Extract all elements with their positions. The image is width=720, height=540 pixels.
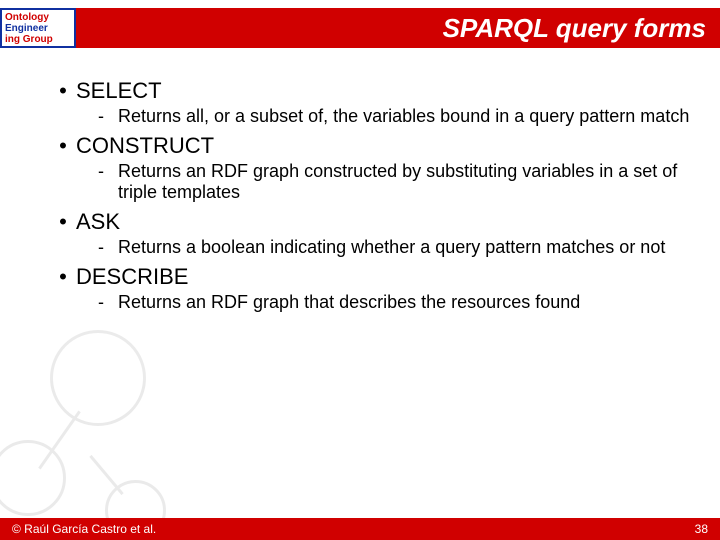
page-number: 38 [695,522,708,536]
item-desc: Returns an RDF graph constructed by subs… [118,161,690,203]
list-item: •SELECT -Returns all, or a subset of, th… [50,78,690,127]
item-desc: Returns all, or a subset of, the variabl… [118,106,690,127]
header: Ontology Engineer ing Group SPARQL query… [0,8,720,48]
item-heading: SELECT [76,78,162,103]
item-heading: CONSTRUCT [76,133,214,158]
slide-title: SPARQL query forms [76,8,720,48]
footer: © Raúl García Castro et al. 38 [0,518,720,540]
content: •SELECT -Returns all, or a subset of, th… [50,78,690,319]
logo-line2: Engineer [5,23,71,34]
background-graph-decoration [0,310,190,540]
list-item: •ASK -Returns a boolean indicating wheth… [50,209,690,258]
item-heading: DESCRIBE [76,264,188,289]
item-desc: Returns a boolean indicating whether a q… [118,237,690,258]
logo-line3: ing Group [5,34,71,45]
list-item: •DESCRIBE -Returns an RDF graph that des… [50,264,690,313]
list-item: •CONSTRUCT -Returns an RDF graph constru… [50,133,690,203]
logo-line1: Ontology [5,12,71,23]
item-desc: Returns an RDF graph that describes the … [118,292,690,313]
item-heading: ASK [76,209,120,234]
copyright: © Raúl García Castro et al. [12,522,156,536]
slide: Ontology Engineer ing Group SPARQL query… [0,0,720,540]
logo-ontology-engineering-group: Ontology Engineer ing Group [0,8,76,48]
